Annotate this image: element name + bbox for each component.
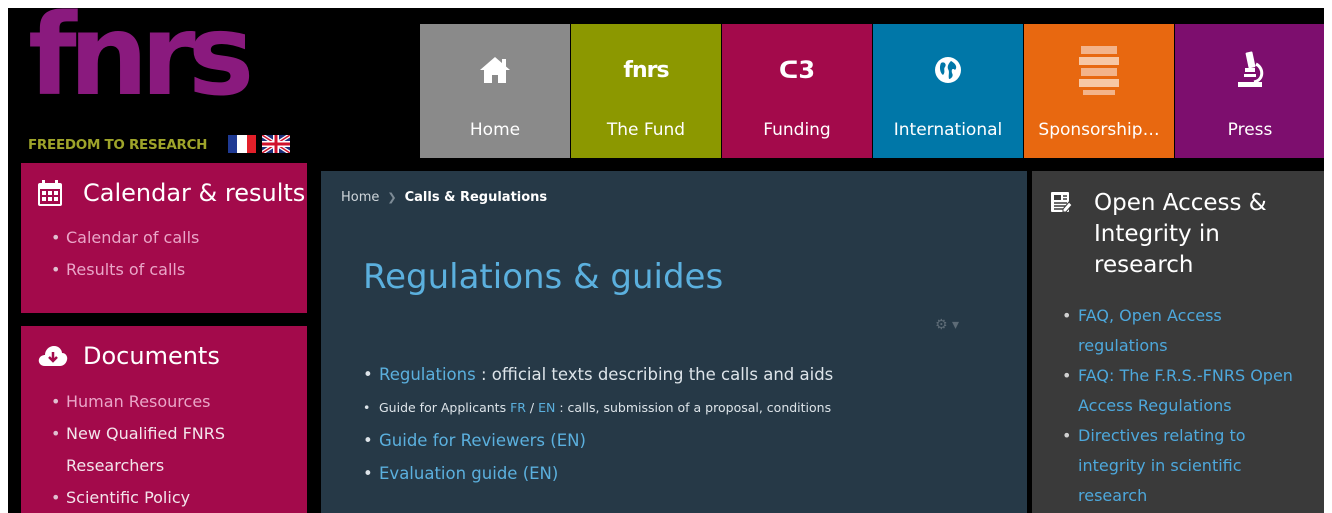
guide-applicants-suffix: : calls, submission of a proposal, condi… [555, 400, 832, 415]
funding-glyph: ᑕ3 [778, 56, 816, 84]
guide-reviewers-link[interactable]: Guide for Reviewers (EN) [379, 431, 586, 450]
nav-home-label: Home [469, 120, 521, 140]
sidebar-link-calendar-of-calls[interactable]: Calendar of calls [21, 222, 199, 254]
open-access-box: Open Access & Integrity in research FAQ,… [1032, 171, 1324, 513]
nav-international-label: International [893, 120, 1003, 140]
sidebar-link-new-qualified-researchers[interactable]: New Qualified FNRS Researchers [21, 418, 307, 482]
guide-applicants-prefix: Guide for Applicants [379, 400, 511, 415]
calendar-icon [38, 180, 62, 206]
list-item-evaluation-guide: Evaluation guide (EN) [361, 457, 1011, 490]
globe-icon [873, 52, 1023, 88]
list-item-regulations: Regulations : official texts describing … [361, 358, 1011, 391]
breadcrumb-current: Calls & Regulations [404, 190, 548, 205]
calendar-results-box: Calendar & results Calendar of calls Res… [21, 163, 307, 313]
breadcrumb-separator-icon: ❯ [387, 191, 397, 204]
sidebar-link-integrity-directives[interactable]: Directives relating to integrity in scie… [1032, 421, 1324, 511]
numbers-pattern-icon [1024, 46, 1174, 95]
fnrs-logo-icon: fnrs [571, 52, 721, 88]
sidebar-link-human-resources[interactable]: Human Resources [21, 386, 307, 418]
documents-heading: Documents [37, 342, 220, 370]
french-flag-icon[interactable] [228, 135, 256, 153]
microscope-icon [1175, 51, 1324, 88]
nav-funding-label: Funding [763, 120, 831, 140]
uk-flag-icon[interactable] [262, 135, 290, 153]
nav-sponsorship[interactable]: Sponsorship… [1024, 24, 1174, 158]
page-title: Regulations & guides [363, 257, 724, 297]
fnrs-glyph: fnrs [623, 57, 669, 83]
breadcrumb: Home ❯ Calls & Regulations [341, 190, 547, 205]
nav-sponsorship-label: Sponsorship… [1038, 120, 1160, 140]
guide-applicants-en-link[interactable]: EN [538, 400, 555, 415]
nav-funding[interactable]: ᑕ3 Funding [722, 24, 872, 158]
page-frame: fnrs FREEDOM TO RESEARCH Home fnrs The F… [8, 8, 1324, 513]
news-document-icon [1051, 192, 1073, 213]
breadcrumb-home-link[interactable]: Home [341, 190, 379, 205]
regulations-description: : official texts describing the calls an… [475, 365, 834, 384]
funding-symbol-icon: ᑕ3 [722, 52, 872, 88]
nav-the-fund[interactable]: fnrs The Fund [571, 24, 721, 158]
sidebar-link-faq-frs-fnrs-regulations[interactable]: FAQ: The F.R.S.-FNRS Open Access Regulat… [1032, 361, 1324, 421]
nav-home[interactable]: Home [420, 24, 570, 158]
main-content: Home ❯ Calls & Regulations Regulations & g… [321, 171, 1027, 513]
regulations-list: Regulations : official texts describing … [361, 358, 1011, 490]
sidebar-link-faq-open-access[interactable]: FAQ, Open Access regulations [1032, 301, 1324, 361]
list-item-guide-reviewers: Guide for Reviewers (EN) [361, 424, 1011, 457]
nav-press[interactable]: Press [1175, 24, 1324, 158]
gear-dropdown-icon[interactable]: ⚙ ▾ [935, 317, 959, 333]
regulations-link[interactable]: Regulations [379, 365, 476, 384]
sidebar-link-results-of-calls[interactable]: Results of calls [21, 254, 199, 286]
open-access-title: Open Access & Integrity in research [1094, 190, 1267, 278]
evaluation-guide-link[interactable]: Evaluation guide (EN) [379, 464, 558, 483]
fnrs-logo[interactable]: fnrs FREEDOM TO RESEARCH [28, 8, 318, 162]
documents-title: Documents [83, 342, 220, 370]
documents-box: Documents Human Resources New Qualified … [21, 326, 307, 513]
main-nav: Home fnrs The Fund ᑕ3 Funding Internatio… [420, 24, 1324, 158]
documents-list: Human Resources New Qualified FNRS Resea… [21, 386, 307, 513]
calendar-results-title: Calendar & results [83, 179, 306, 207]
logo-wordmark: fnrs [28, 8, 254, 121]
nav-international[interactable]: International [873, 24, 1023, 158]
calendar-results-heading: Calendar & results [37, 179, 305, 207]
cloud-download-icon [38, 346, 68, 366]
guide-applicants-slash: / [525, 400, 539, 415]
list-item-guide-applicants: Guide for Applicants FR / EN : calls, su… [361, 391, 1011, 424]
logo-tagline: FREEDOM TO RESEARCH [28, 137, 208, 153]
guide-applicants-fr-link[interactable]: FR [510, 400, 526, 415]
calendar-results-list: Calendar of calls Results of calls [21, 222, 199, 286]
home-icon [420, 52, 570, 88]
sidebar-link-scientific-policy[interactable]: Scientific Policy [21, 482, 307, 513]
open-access-list: FAQ, Open Access regulations FAQ: The F.… [1032, 301, 1324, 511]
nav-the-fund-label: The Fund [606, 120, 686, 140]
nav-press-label: Press [1227, 120, 1273, 140]
